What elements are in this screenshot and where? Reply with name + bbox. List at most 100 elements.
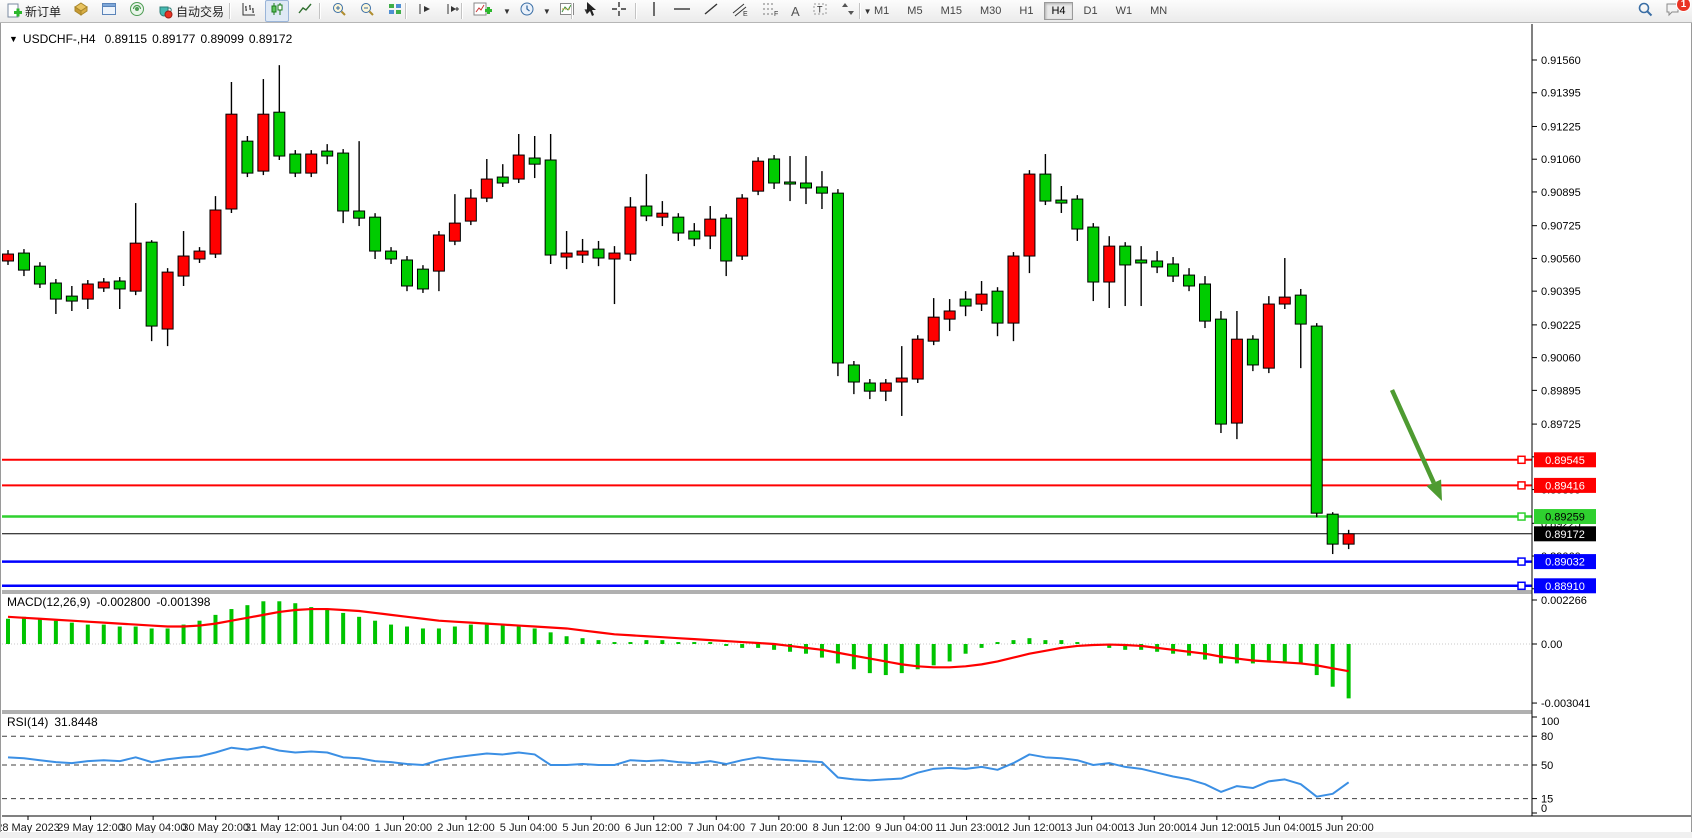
chart-window[interactable]: ▼ USDCHF-,H4 0.89115 0.89177 0.89099 0.8… bbox=[0, 22, 1692, 834]
terminal-window-icon[interactable] bbox=[97, 0, 121, 22]
separator bbox=[229, 3, 230, 19]
one-click-trading-toggle-icon[interactable]: ▼ bbox=[9, 34, 18, 44]
separator bbox=[859, 3, 860, 19]
crosshair-icon[interactable] bbox=[607, 0, 631, 22]
svg-text:0.89032: 0.89032 bbox=[1545, 557, 1585, 569]
tf-mn[interactable]: MN bbox=[1143, 2, 1174, 20]
svg-text:0.90395: 0.90395 bbox=[1541, 286, 1581, 298]
separator bbox=[405, 3, 406, 19]
text-label-icon[interactable]: T bbox=[808, 0, 832, 22]
svg-text:0.00: 0.00 bbox=[1541, 639, 1562, 651]
svg-text:0.90060: 0.90060 bbox=[1541, 353, 1581, 365]
macd-label: MACD(12,26,9) -0.002800 -0.001398 bbox=[7, 595, 210, 609]
svg-text:5 Jun 20:00: 5 Jun 20:00 bbox=[562, 822, 620, 833]
rsi-label: RSI(14) 31.8448 bbox=[7, 715, 98, 729]
macd-name: MACD(12,26,9) bbox=[7, 595, 90, 609]
svg-text:0.88910: 0.88910 bbox=[1545, 581, 1585, 593]
search-icon[interactable] bbox=[1633, 0, 1657, 22]
candlestick-chart-icon[interactable] bbox=[265, 0, 289, 22]
svg-text:0: 0 bbox=[1541, 803, 1547, 815]
svg-text:0.89895: 0.89895 bbox=[1541, 385, 1581, 397]
equidistant-channel-icon[interactable]: E bbox=[727, 0, 753, 22]
separator bbox=[461, 3, 462, 19]
tf-m5[interactable]: M5 bbox=[900, 2, 929, 20]
svg-text:E: E bbox=[743, 11, 748, 17]
chevron-down-icon[interactable]: ▼ bbox=[543, 7, 551, 16]
svg-text:0.89725: 0.89725 bbox=[1541, 419, 1581, 431]
ohlc-low: 0.89099 bbox=[200, 32, 243, 46]
auto-scroll-icon[interactable] bbox=[413, 0, 437, 22]
new-order-label: 新订单 bbox=[25, 3, 61, 20]
ohlc-high: 0.89177 bbox=[152, 32, 195, 46]
svg-text:8 Jun 12:00: 8 Jun 12:00 bbox=[813, 822, 871, 833]
timeframe-group: M1 M5 M15 M30 H1 H4 D1 W1 MN bbox=[856, 0, 1174, 22]
zoom-in-icon[interactable] bbox=[327, 0, 351, 22]
svg-text:9 Jun 04:00: 9 Jun 04:00 bbox=[875, 822, 933, 833]
svg-text:28 May 2023: 28 May 2023 bbox=[1, 822, 60, 833]
line-chart-icon[interactable] bbox=[293, 0, 317, 22]
tf-w1[interactable]: W1 bbox=[1109, 2, 1140, 20]
svg-text:0.90895: 0.90895 bbox=[1541, 187, 1581, 199]
zoom-group bbox=[316, 0, 407, 22]
macd-value-signal: -0.001398 bbox=[156, 595, 210, 609]
auto-trading-button[interactable]: 自动交易 bbox=[153, 0, 228, 22]
svg-text:0.89545: 0.89545 bbox=[1545, 455, 1585, 467]
indicators-icon[interactable] bbox=[469, 0, 499, 22]
rsi-name: RSI(14) bbox=[7, 715, 48, 729]
new-order-button[interactable]: 新订单 bbox=[2, 0, 65, 22]
notifications-icon[interactable]: 1 bbox=[1661, 0, 1686, 22]
chevron-down-icon[interactable]: ▼ bbox=[503, 7, 511, 16]
svg-text:0.90725: 0.90725 bbox=[1541, 221, 1581, 233]
svg-text:0.89259: 0.89259 bbox=[1545, 512, 1585, 524]
draw-objects-group: E F A T ▼ bbox=[632, 0, 872, 22]
toolbar-right-group: 1 bbox=[1633, 0, 1686, 22]
svg-text:6 Jun 12:00: 6 Jun 12:00 bbox=[625, 822, 683, 833]
zoom-out-icon[interactable] bbox=[355, 0, 379, 22]
svg-text:14 Jun 12:00: 14 Jun 12:00 bbox=[1185, 822, 1249, 833]
chart-type-group bbox=[226, 0, 317, 22]
trendline-icon[interactable] bbox=[699, 0, 723, 22]
periods-icon[interactable] bbox=[515, 0, 539, 22]
candlestick-chart[interactable]: 0.91560 0.91395 0.91225 0.91060 0.90895 0.907… bbox=[1, 23, 1691, 833]
chart-header: ▼ USDCHF-,H4 0.89115 0.89177 0.89099 0.8… bbox=[9, 32, 292, 46]
vertical-line-icon[interactable] bbox=[643, 0, 665, 22]
separator bbox=[571, 3, 572, 19]
svg-text:0.002266: 0.002266 bbox=[1541, 595, 1587, 607]
trade-group: 新订单 自动交易 bbox=[2, 0, 228, 22]
svg-text:0.90225: 0.90225 bbox=[1541, 320, 1581, 332]
macd-value-main: -0.002800 bbox=[96, 595, 150, 609]
cursor-icon[interactable] bbox=[579, 0, 603, 22]
svg-text:0.89416: 0.89416 bbox=[1545, 480, 1585, 492]
svg-text:2 Jun 12:00: 2 Jun 12:00 bbox=[437, 822, 495, 833]
svg-text:31 May 12:00: 31 May 12:00 bbox=[245, 822, 312, 833]
svg-text:29 May 12:00: 29 May 12:00 bbox=[57, 822, 124, 833]
tf-h1[interactable]: H1 bbox=[1012, 2, 1040, 20]
svg-text:0.91225: 0.91225 bbox=[1541, 121, 1581, 133]
svg-text:13 Jun 04:00: 13 Jun 04:00 bbox=[1060, 822, 1124, 833]
cursor-group bbox=[568, 0, 631, 22]
svg-text:7 Jun 20:00: 7 Jun 20:00 bbox=[750, 822, 808, 833]
svg-text:11 Jun 23:00: 11 Jun 23:00 bbox=[935, 822, 998, 833]
svg-text:15 Jun 04:00: 15 Jun 04:00 bbox=[1248, 822, 1312, 833]
rsi-value: 31.8448 bbox=[54, 715, 97, 729]
svg-text:0.91560: 0.91560 bbox=[1541, 55, 1581, 67]
svg-text:0.91395: 0.91395 bbox=[1541, 88, 1581, 100]
tf-m30[interactable]: M30 bbox=[973, 2, 1008, 20]
chart-symbol-period: USDCHF-,H4 bbox=[23, 32, 96, 46]
notification-badge: 1 bbox=[1676, 0, 1691, 12]
svg-text:1 Jun 04:00: 1 Jun 04:00 bbox=[312, 822, 370, 833]
signals-icon[interactable] bbox=[125, 0, 149, 22]
svg-text:12 Jun 12:00: 12 Jun 12:00 bbox=[997, 822, 1061, 833]
fibonacci-icon[interactable]: F bbox=[757, 0, 783, 22]
auto-trading-icon bbox=[157, 3, 173, 19]
horizontal-line-icon[interactable] bbox=[669, 0, 695, 22]
bar-chart-icon[interactable] bbox=[237, 0, 261, 22]
tf-d1[interactable]: D1 bbox=[1077, 2, 1105, 20]
text-tool-icon[interactable]: A bbox=[787, 0, 804, 22]
market-depth-icon[interactable] bbox=[69, 0, 93, 22]
tf-m15[interactable]: M15 bbox=[934, 2, 969, 20]
tf-m1[interactable]: M1 bbox=[867, 2, 896, 20]
tf-h4[interactable]: H4 bbox=[1044, 2, 1072, 20]
svg-text:0.91060: 0.91060 bbox=[1541, 154, 1581, 166]
svg-text:50: 50 bbox=[1541, 760, 1553, 772]
